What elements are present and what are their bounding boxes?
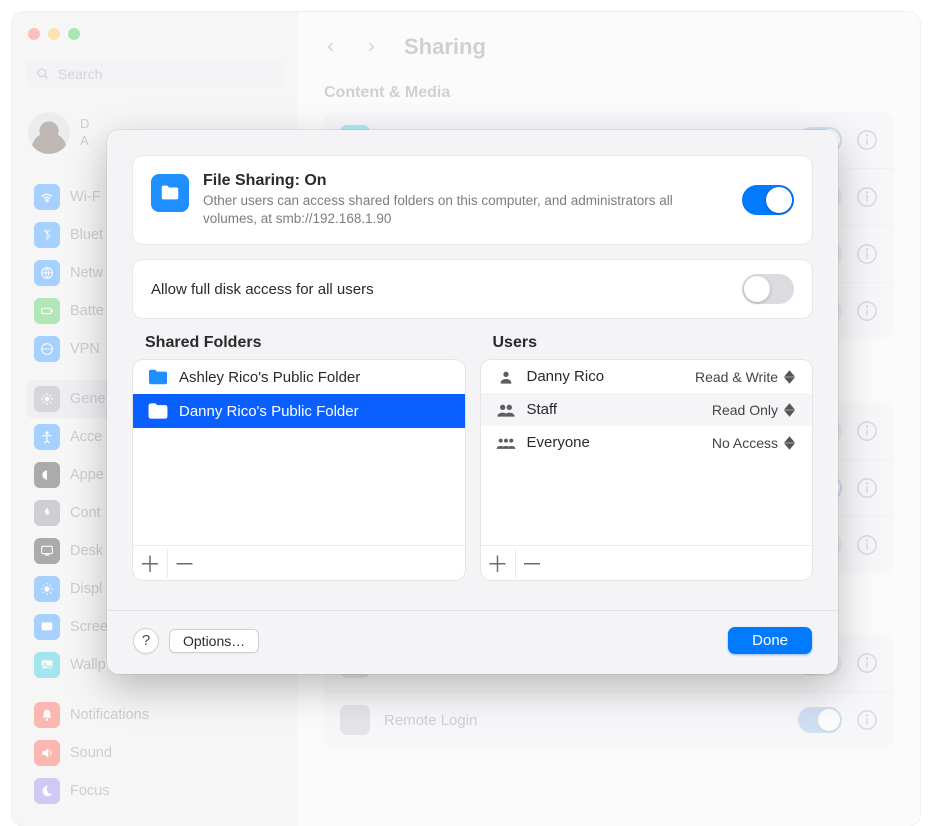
stepper-icon	[784, 436, 798, 450]
folder-share-icon	[151, 174, 189, 212]
file-sharing-desc: Other users can access shared folders on…	[203, 192, 728, 228]
full-disk-access-toggle[interactable]	[742, 274, 794, 304]
full-disk-access-card: Allow full disk access for all users	[133, 260, 812, 318]
file-sharing-status-card: File Sharing: On Other users can access …	[133, 156, 812, 244]
people3-icon	[495, 435, 517, 451]
user-name: Staff	[527, 401, 702, 418]
users-list[interactable]: Danny Rico Read & Write Staff Read Only Ever…	[481, 360, 813, 580]
full-disk-access-label: Allow full disk access for all users	[151, 281, 742, 298]
permission-popup[interactable]: No Access	[712, 435, 798, 451]
file-sharing-title: File Sharing: On	[203, 172, 728, 190]
user-name: Everyone	[527, 434, 702, 451]
permission-label: Read Only	[712, 402, 778, 418]
shared-folder-row[interactable]: Ashley Rico's Public Folder	[133, 360, 465, 394]
user-name: Danny Rico	[527, 368, 686, 385]
people2-icon	[495, 402, 517, 418]
shared-folders-list[interactable]: Ashley Rico's Public Folder Danny Rico's …	[133, 360, 465, 580]
permission-popup[interactable]: Read Only	[712, 402, 798, 418]
person-icon	[495, 369, 517, 385]
shared-folder-row[interactable]: Danny Rico's Public Folder	[133, 394, 465, 428]
remove-folder-button[interactable]: －	[167, 548, 201, 578]
add-user-button[interactable]: ＋	[481, 548, 515, 578]
options-button[interactable]: Options…	[169, 629, 259, 653]
help-button[interactable]: ?	[133, 628, 159, 654]
folder-name: Danny Rico's Public Folder	[179, 403, 359, 420]
users-header: Users	[493, 334, 813, 352]
permission-label: Read & Write	[695, 369, 778, 385]
permission-label: No Access	[712, 435, 778, 451]
user-row[interactable]: Staff Read Only	[481, 393, 813, 426]
remove-user-button[interactable]: －	[515, 548, 549, 578]
permission-popup[interactable]: Read & Write	[695, 369, 798, 385]
stepper-icon	[784, 403, 798, 417]
done-button[interactable]: Done	[728, 627, 812, 654]
file-sharing-sheet: File Sharing: On Other users can access …	[107, 130, 838, 674]
folder-icon	[147, 402, 169, 420]
file-sharing-toggle[interactable]	[742, 185, 794, 215]
stepper-icon	[784, 370, 798, 384]
add-folder-button[interactable]: ＋	[133, 548, 167, 578]
folder-icon	[147, 368, 169, 386]
user-row[interactable]: Everyone No Access	[481, 426, 813, 459]
shared-folders-header: Shared Folders	[145, 334, 465, 352]
folder-name: Ashley Rico's Public Folder	[179, 369, 360, 386]
user-row[interactable]: Danny Rico Read & Write	[481, 360, 813, 393]
